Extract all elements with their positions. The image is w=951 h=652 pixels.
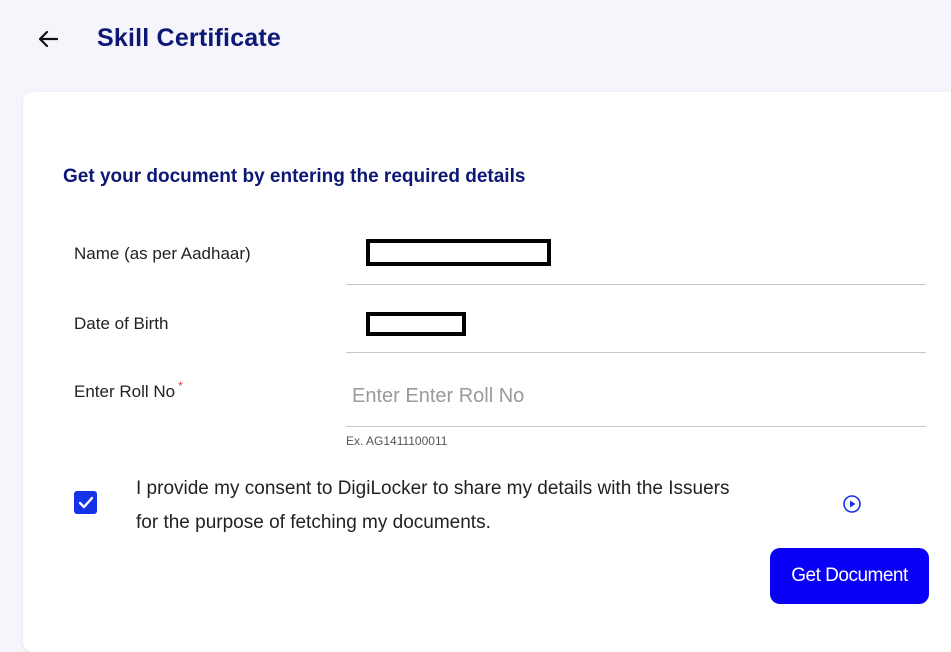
arrow-left-icon [38, 30, 58, 48]
name-label: Name (as per Aadhaar) [74, 244, 251, 263]
consent-checkbox[interactable] [74, 491, 97, 514]
play-circle-icon [843, 495, 861, 513]
play-info-button[interactable] [842, 494, 862, 514]
required-indicator: * [178, 379, 183, 393]
roll-number-input[interactable] [352, 375, 912, 417]
back-button[interactable] [34, 25, 62, 53]
app-header: Skill Certificate [0, 0, 951, 80]
roll-label: Enter Roll No * [74, 379, 183, 402]
dob-field [346, 302, 926, 353]
redacted-dob-value [366, 312, 466, 336]
redacted-name-value [366, 239, 551, 266]
roll-label-text: Enter Roll No [74, 382, 176, 401]
page-title: Skill Certificate [97, 24, 282, 52]
roll-hint: Ex. AG1411100011 [346, 434, 448, 448]
dob-label: Date of Birth [74, 314, 169, 333]
roll-field [346, 375, 926, 427]
get-document-button[interactable]: Get Document [770, 548, 929, 604]
form-subtitle: Get your document by entering the requir… [63, 166, 526, 187]
document-form-card: Get your document by entering the requir… [23, 92, 951, 652]
consent-text: I provide my consent to DigiLocker to sh… [136, 478, 730, 533]
checkmark-icon [78, 496, 93, 508]
name-field [346, 232, 926, 285]
